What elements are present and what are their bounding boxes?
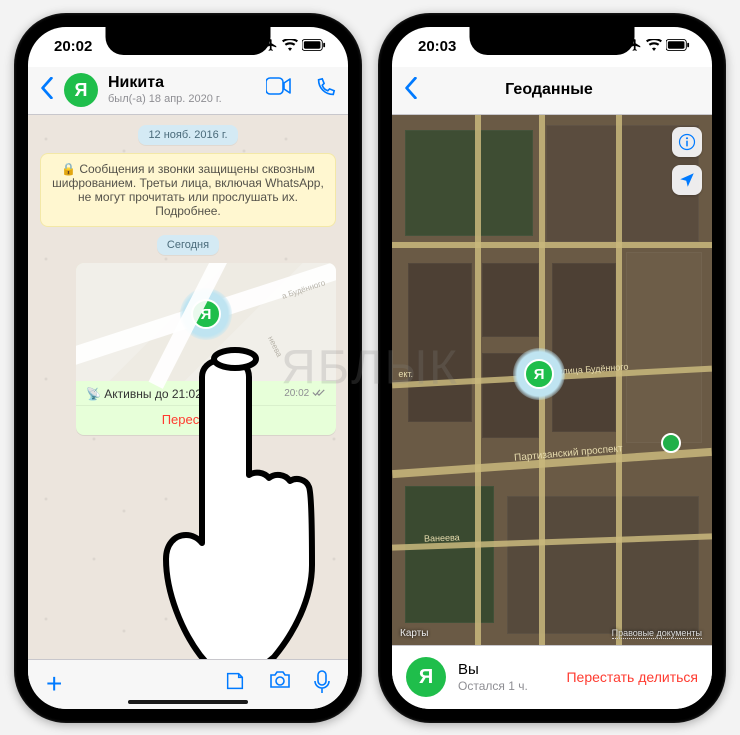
notch <box>106 27 271 55</box>
page-title: Геоданные <box>398 81 700 99</box>
message-time: 20:02 <box>284 388 326 399</box>
date-chip-old: 12 нояб. 2016 г. <box>138 125 237 145</box>
road-label-ekt: ект. <box>398 369 413 379</box>
geodata-header: Геоданные <box>392 67 712 115</box>
encryption-notice[interactable]: 🔒 Сообщения и звонки защищены сквозным ш… <box>40 153 336 227</box>
map-street-label: неева <box>266 334 284 358</box>
battery-icon <box>302 38 326 55</box>
mic-button[interactable] <box>314 670 330 699</box>
location-avatar: Я <box>191 299 221 329</box>
map-legal-link[interactable]: Правовые документы <box>612 628 702 639</box>
status-time: 20:02 <box>54 38 92 55</box>
wifi-icon <box>282 38 298 55</box>
satellite-map[interactable]: улица Будённого Партизанский проспект Ва… <box>392 115 712 645</box>
location-beacon: Я <box>180 288 232 340</box>
attach-plus-button[interactable]: + <box>46 668 62 700</box>
date-chip-today: Сегодня <box>157 235 219 255</box>
my-location-beacon[interactable]: Я <box>513 348 565 400</box>
chat-body: 12 нояб. 2016 г. 🔒 Сообщения и звонки за… <box>28 115 348 659</box>
contact-avatar[interactable]: Я <box>64 73 98 107</box>
live-location-message[interactable]: а Будённого неева Я 📡 Активны до 21:02 2… <box>76 263 336 435</box>
camera-button[interactable] <box>268 670 292 699</box>
voice-call-button[interactable] <box>314 77 336 104</box>
sharer-name: Вы <box>458 661 554 679</box>
status-time: 20:03 <box>418 38 456 55</box>
my-location-avatar: Я <box>524 359 554 389</box>
active-until-text: 📡 Активны до 21:02 <box>86 387 202 401</box>
notch <box>470 27 635 55</box>
stop-sharing-button[interactable]: Перестать делиться <box>566 669 698 685</box>
live-location-map-thumb[interactable]: а Будённого неева Я <box>76 263 336 381</box>
poi-marker-icon[interactable] <box>661 433 681 453</box>
map-attribution: Карты <box>400 628 429 639</box>
contact-name: Никита <box>108 74 256 92</box>
recenter-button[interactable] <box>672 165 702 195</box>
road-label-vaneeva: Ванеева <box>424 533 460 544</box>
back-button[interactable] <box>40 77 54 103</box>
time-remaining: Остался 1 ч. <box>458 679 554 693</box>
map-info-button[interactable] <box>672 127 702 157</box>
wifi-icon <box>646 38 662 55</box>
contact-title-block[interactable]: Никита был(-а) 18 апр. 2020 г. <box>108 74 256 105</box>
sticker-button[interactable] <box>224 670 246 699</box>
phone-frame-left: 20:02 Я Никита был(-а) 18 апр. 2020 <box>14 13 362 723</box>
contact-last-seen: был(-а) 18 апр. 2020 г. <box>108 93 256 106</box>
battery-icon <box>666 38 690 55</box>
stop-sharing-in-bubble[interactable]: Перестать дел <box>76 405 336 435</box>
chat-header: Я Никита был(-а) 18 апр. 2020 г. <box>28 67 348 115</box>
video-call-button[interactable] <box>266 77 292 104</box>
map-street-label: а Будённого <box>281 278 327 300</box>
live-location-icon: 📡 <box>86 387 101 401</box>
home-indicator <box>128 700 248 704</box>
home-indicator <box>492 700 612 704</box>
phone-frame-right: 20:03 Геоданные <box>378 13 726 723</box>
my-avatar: Я <box>406 657 446 697</box>
